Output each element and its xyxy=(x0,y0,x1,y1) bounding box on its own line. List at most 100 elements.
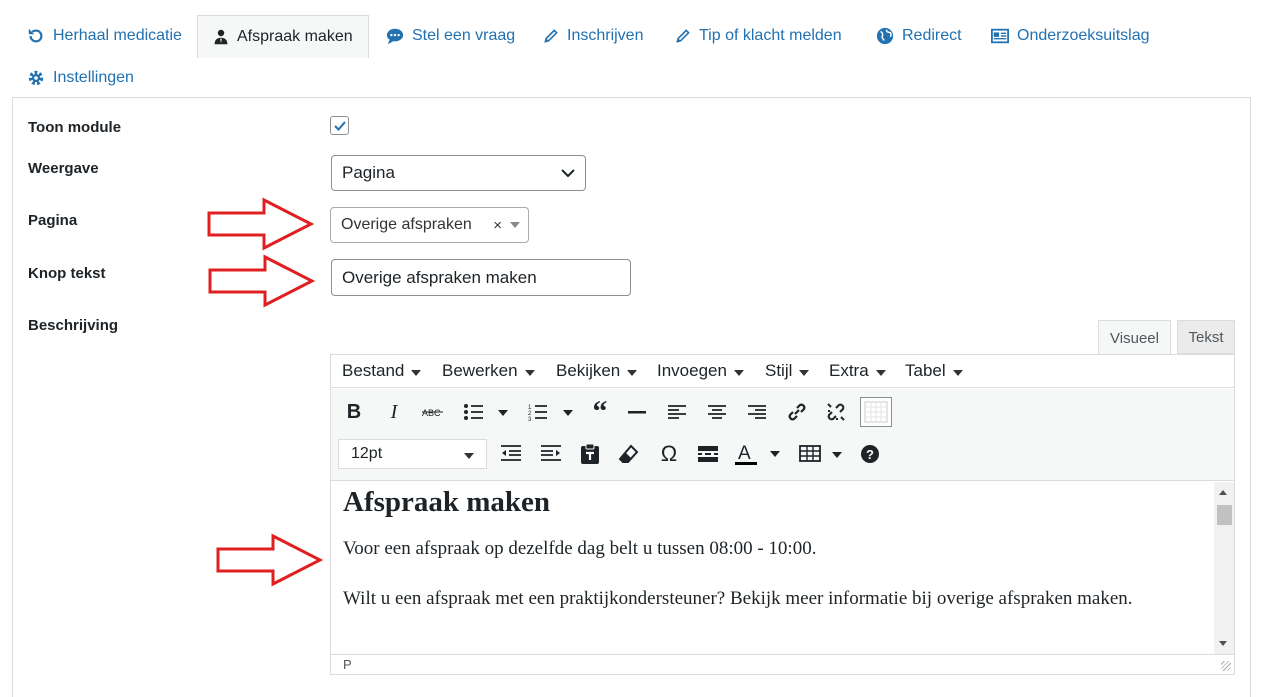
tab-onderzoeksuitslag[interactable]: Onderzoeksuitslag xyxy=(991,15,1150,57)
knop-tekst-input[interactable]: Overige afspraken maken xyxy=(331,259,631,296)
unlink-icon[interactable] xyxy=(823,397,849,427)
caret-down-icon xyxy=(524,370,535,376)
card-icon xyxy=(991,28,1009,44)
horizontal-rule-icon[interactable] xyxy=(626,397,648,427)
tab-label: Onderzoeksuitslag xyxy=(1017,27,1150,44)
caret-down-icon xyxy=(799,370,810,376)
tab-stel-een-vraag[interactable]: Stel een vraag xyxy=(386,15,515,57)
italic-icon[interactable]: I xyxy=(381,397,407,427)
bullet-list-icon[interactable] xyxy=(461,397,511,427)
clear-icon[interactable]: × xyxy=(493,217,502,234)
align-center-icon[interactable] xyxy=(706,397,728,427)
tab-redirect[interactable]: Redirect xyxy=(876,15,962,57)
caret-down-icon xyxy=(875,370,886,376)
font-size-select[interactable]: 12pt xyxy=(338,439,487,469)
scroll-down-icon[interactable] xyxy=(1219,641,1227,646)
tab-afspraak-maken[interactable]: Afspraak maken xyxy=(197,15,369,58)
menu-bekijken[interactable]: Bekijken xyxy=(556,361,638,381)
content-paragraph: Voor een afspraak op dezelfde dag belt u… xyxy=(343,538,817,559)
help-icon[interactable]: ? xyxy=(858,439,882,469)
menu-stijl[interactable]: Stijl xyxy=(765,361,810,381)
caret-down-icon xyxy=(411,370,422,376)
table-icon[interactable] xyxy=(798,439,846,469)
text-color-icon[interactable]: A xyxy=(734,439,782,469)
weergave-select[interactable]: Pagina xyxy=(331,155,586,191)
tab-label: Afspraak maken xyxy=(237,28,353,45)
gear-icon xyxy=(28,70,44,86)
strikethrough-icon[interactable]: ABC xyxy=(419,397,447,427)
pagina-select[interactable]: Overige afspraken × xyxy=(330,207,529,243)
read-more-icon[interactable] xyxy=(696,439,720,469)
tab-tip-of-klacht[interactable]: Tip of klacht melden xyxy=(675,15,842,57)
numbered-list-icon[interactable]: 123 xyxy=(526,397,576,427)
svg-text:?: ? xyxy=(866,447,874,462)
menu-tabel[interactable]: Tabel xyxy=(905,361,963,381)
tab-label: Stel een vraag xyxy=(412,27,516,44)
menu-bestand[interactable]: Bestand xyxy=(342,361,422,381)
toon-module-label: Toon module xyxy=(28,119,122,136)
bold-icon[interactable]: B xyxy=(341,397,367,427)
blockquote-icon[interactable]: “ xyxy=(588,395,612,428)
tab-visueel[interactable]: Visueel xyxy=(1098,320,1171,355)
special-character-icon[interactable]: Ω xyxy=(657,439,681,469)
tab-label: Instellingen xyxy=(53,69,134,86)
chevron-down-icon xyxy=(561,169,575,178)
refresh-icon xyxy=(28,28,43,43)
menu-label: Stijl xyxy=(765,361,793,380)
menu-invoegen[interactable]: Invoegen xyxy=(657,361,744,381)
menu-bewerken[interactable]: Bewerken xyxy=(442,361,535,381)
link-icon[interactable] xyxy=(784,397,810,427)
menu-label: Bekijken xyxy=(556,361,621,380)
dropdown-arrow-icon xyxy=(510,222,520,228)
menu-label: Bestand xyxy=(342,361,405,380)
content-heading: Afspraak maken xyxy=(343,486,551,518)
scroll-up-icon[interactable] xyxy=(1219,490,1227,495)
knop-tekst-value: Overige afspraken maken xyxy=(342,267,537,287)
content-paragraph: Wilt u een afspraak met een praktijkonde… xyxy=(343,588,1133,609)
pagina-value: Overige afspraken xyxy=(341,216,472,233)
caret-down-icon xyxy=(464,453,474,459)
align-left-icon[interactable] xyxy=(666,397,688,427)
outdent-icon[interactable] xyxy=(499,439,523,469)
weergave-label: Weergave xyxy=(28,160,99,177)
paste-as-text-icon[interactable] xyxy=(578,439,602,469)
pencil-icon xyxy=(676,29,690,43)
editor-statusbar: P xyxy=(331,654,1234,674)
tab-instellingen[interactable]: Instellingen xyxy=(27,57,134,99)
svg-text:ABC: ABC xyxy=(422,408,441,418)
menu-label: Invoegen xyxy=(657,361,727,380)
resize-handle-icon[interactable] xyxy=(1221,661,1231,671)
toolbar-toggle-icon[interactable] xyxy=(860,397,892,427)
menu-extra[interactable]: Extra xyxy=(829,361,886,381)
tab-inschrijven[interactable]: Inschrijven xyxy=(543,15,643,57)
scroll-thumb[interactable] xyxy=(1217,505,1232,525)
beschrijving-label: Beschrijving xyxy=(28,317,119,334)
menu-label: Bewerken xyxy=(442,361,518,380)
element-path[interactable]: P xyxy=(343,657,352,672)
tab-tekst[interactable]: Tekst xyxy=(1177,320,1235,354)
editor-menubar: Bestand Bewerken Bekijken Invoegen Stijl… xyxy=(331,355,1234,388)
chat-icon xyxy=(386,28,404,45)
svg-text:A: A xyxy=(738,443,751,464)
user-icon xyxy=(214,29,228,45)
align-right-icon[interactable] xyxy=(746,397,768,427)
font-size-value: 12pt xyxy=(351,445,383,462)
annotation-arrow xyxy=(207,197,314,251)
indent-icon[interactable] xyxy=(539,439,563,469)
module-tabs: Herhaal medicatie Afspraak maken Stel ee… xyxy=(0,0,1275,100)
editor-toolbar: B I ABC 123 “ 12pt Ω A ? xyxy=(331,389,1234,481)
pagina-label: Pagina xyxy=(28,212,78,229)
editor-content[interactable]: Afspraak maken Voor een afspraak op deze… xyxy=(331,482,1214,654)
pencil-icon xyxy=(544,29,558,43)
tab-herhaal-medicatie[interactable]: Herhaal medicatie xyxy=(27,15,182,57)
tab-label: Inschrijven xyxy=(567,27,644,44)
caret-down-icon xyxy=(627,370,638,376)
annotation-arrow xyxy=(216,533,323,587)
annotation-arrow xyxy=(208,254,315,308)
eraser-icon[interactable] xyxy=(617,439,641,469)
editor-scrollbar[interactable] xyxy=(1214,482,1234,654)
menu-label: Tabel xyxy=(905,361,946,380)
rich-text-editor: Bestand Bewerken Bekijken Invoegen Stijl… xyxy=(330,354,1235,675)
toon-module-checkbox[interactable] xyxy=(330,116,349,135)
globe-icon xyxy=(876,27,894,45)
